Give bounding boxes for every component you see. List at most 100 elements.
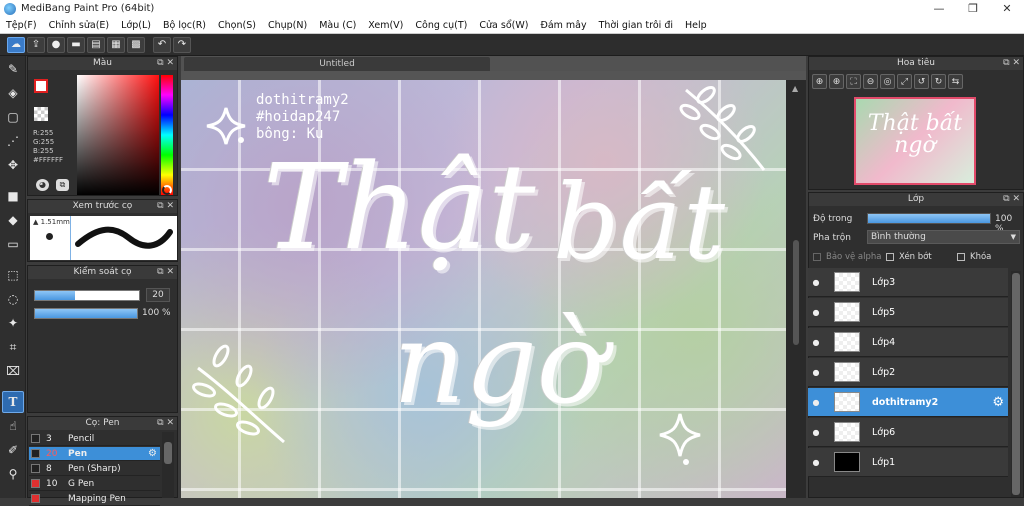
menu-file[interactable]: Tệp(F)	[0, 20, 43, 31]
rotate-left-icon[interactable]: ↺	[914, 74, 929, 89]
panel-close-icon[interactable]: ⧉ ✕	[1003, 57, 1020, 70]
panel-close-icon[interactable]: ⧉ ✕	[157, 417, 174, 430]
page-list-icon[interactable]: ▦	[107, 36, 125, 53]
visibility-eye-icon[interactable]: ●	[808, 338, 824, 347]
panel-close-icon[interactable]: ⧉ ✕	[1003, 193, 1020, 206]
brush-list-item[interactable]: 3 Pencil	[29, 432, 160, 446]
menu-tools[interactable]: Công cụ(T)	[409, 20, 473, 31]
magic-wand-tool-icon[interactable]: ✦	[2, 312, 24, 334]
brush-list-item[interactable]: 10 G Pen	[29, 477, 160, 491]
menu-cloud[interactable]: Đám mây	[534, 20, 592, 31]
brush-tool-icon[interactable]: ✎	[2, 58, 24, 80]
foreground-color-swatch[interactable]	[34, 79, 48, 93]
lasso-tool-icon[interactable]: ◌	[2, 288, 24, 310]
protect-alpha-option[interactable]: Bảo vệ alpha	[813, 252, 881, 262]
move-tool-icon[interactable]: ✥	[2, 154, 24, 176]
brush-list-scrollbar[interactable]	[162, 432, 174, 498]
hue-slider-handle[interactable]	[162, 185, 172, 195]
brush-size-value[interactable]: 20	[146, 288, 170, 302]
maximize-button[interactable]: ❐	[956, 0, 990, 17]
text-tool-icon[interactable]: T	[2, 391, 24, 413]
minimize-button[interactable]: —	[922, 0, 956, 17]
select-eraser-tool-icon[interactable]: ⌧	[2, 360, 24, 382]
menu-snap[interactable]: Chụp(N)	[262, 20, 313, 31]
menu-view[interactable]: Xem(V)	[362, 20, 409, 31]
zoom-in-alt-icon[interactable]: ⊕	[829, 74, 844, 89]
eraser-tool-icon[interactable]: ◈	[2, 82, 24, 104]
gradient-tool-icon[interactable]: ▭	[2, 233, 24, 255]
layer-list-scrollbar[interactable]	[1011, 271, 1021, 497]
canvas-vertical-scrollbar[interactable]: ▲	[786, 80, 806, 498]
menu-timelapse[interactable]: Thời gian trôi đi	[593, 20, 679, 31]
eyedropper-tool-icon[interactable]: ⚲	[2, 463, 24, 485]
zoom-out-icon[interactable]: ⊖	[863, 74, 878, 89]
zoom-reset-icon[interactable]: ◎	[880, 74, 895, 89]
bucket-tool-icon[interactable]: ◆	[2, 209, 24, 231]
clipping-checkbox[interactable]	[886, 253, 894, 261]
layer-opacity-slider[interactable]	[867, 213, 991, 224]
fit-window-icon[interactable]: ⛶	[846, 74, 861, 89]
scroll-up-icon[interactable]: ▲	[792, 84, 798, 93]
gear-icon[interactable]: ⚙	[148, 448, 157, 459]
layer-row[interactable]: ● dothitramy2 ⚙	[808, 388, 1008, 417]
blend-mode-select[interactable]: Bình thường ▼	[867, 230, 1020, 244]
rectangle-tool-icon[interactable]: ▢	[2, 106, 24, 128]
chat-icon[interactable]: ●	[47, 36, 65, 53]
layer-row[interactable]: ● Lớp5	[808, 298, 1008, 327]
page-icon[interactable]: ▤	[87, 36, 105, 53]
menu-edit[interactable]: Chỉnh sửa(E)	[43, 20, 116, 31]
artwork-canvas[interactable]: dothitramy2 #hoidap247 bông: Ku Thật bất…	[181, 80, 786, 498]
brush-list-item[interactable]: Mapping Pen	[29, 492, 160, 506]
menu-layer[interactable]: Lớp(L)	[115, 20, 157, 31]
visibility-eye-icon[interactable]: ●	[808, 458, 824, 467]
menu-color[interactable]: Màu (C)	[313, 20, 362, 31]
cloud-icon[interactable]: ☁	[7, 36, 25, 53]
menu-window[interactable]: Cửa sổ(W)	[473, 20, 534, 31]
flip-icon[interactable]: ⇆	[948, 74, 963, 89]
select-pen-tool-icon[interactable]: ⌗	[2, 336, 24, 358]
brush-size-slider[interactable]	[34, 290, 140, 301]
comment-icon[interactable]: ▬	[67, 36, 85, 53]
document-tab[interactable]: Untitled	[184, 57, 490, 71]
brush-list-item[interactable]: 8 Pen (Sharp)	[29, 462, 160, 476]
protect-alpha-checkbox[interactable]	[813, 253, 821, 261]
saturation-value-square[interactable]	[77, 75, 159, 195]
visibility-eye-icon[interactable]: ●	[808, 278, 824, 287]
undo-icon[interactable]: ↶	[153, 36, 171, 53]
layer-row[interactable]: ● Lớp3	[808, 268, 1008, 297]
layer-row[interactable]: ● Lớp2	[808, 358, 1008, 387]
operation-tool-icon[interactable]: ☝	[2, 415, 24, 437]
menu-filter[interactable]: Bộ lọc(R)	[157, 20, 212, 31]
visibility-eye-icon[interactable]: ●	[808, 398, 824, 407]
dot-tool-icon[interactable]: ⋰	[2, 130, 24, 152]
divide-tool-icon[interactable]: ✐	[2, 439, 24, 461]
visibility-eye-icon[interactable]: ●	[808, 368, 824, 377]
panel-close-icon[interactable]: ⧉ ✕	[157, 57, 174, 70]
lock-option[interactable]: Khóa	[957, 252, 991, 262]
clipping-option[interactable]: Xén bớt	[886, 252, 932, 262]
transparent-swatch-icon[interactable]	[34, 107, 48, 121]
navigator-preview[interactable]: Thật bất ngờ	[854, 97, 976, 185]
grid-icon[interactable]: ▩	[127, 36, 145, 53]
rotate-right-icon[interactable]: ↻	[931, 74, 946, 89]
layer-row[interactable]: ● Lớp4	[808, 328, 1008, 357]
expand-icon[interactable]: ⤢	[897, 74, 912, 89]
panel-close-icon[interactable]: ⧉ ✕	[157, 200, 174, 213]
layer-row[interactable]: ● Lớp1	[808, 448, 1008, 477]
share-icon[interactable]: ⇪	[27, 36, 45, 53]
color-swap-icon[interactable]: ⧉	[56, 179, 69, 191]
menu-select[interactable]: Chọn(S)	[212, 20, 262, 31]
visibility-eye-icon[interactable]: ●	[808, 308, 824, 317]
redo-icon[interactable]: ↷	[173, 36, 191, 53]
select-tool-icon[interactable]: ⬚	[2, 264, 24, 286]
scroll-thumb[interactable]	[793, 240, 799, 345]
palette-icon[interactable]: ◕	[36, 179, 49, 191]
brush-list-item[interactable]: 20 Pen ⚙	[29, 447, 160, 461]
close-button[interactable]: ✕	[990, 0, 1024, 17]
visibility-eye-icon[interactable]: ●	[808, 428, 824, 437]
lock-checkbox[interactable]	[957, 253, 965, 261]
menu-help[interactable]: Help	[679, 20, 713, 31]
zoom-in-icon[interactable]: ⊕	[812, 74, 827, 89]
fill-rect-tool-icon[interactable]: ■	[2, 185, 24, 207]
brush-opacity-slider[interactable]	[34, 308, 138, 319]
